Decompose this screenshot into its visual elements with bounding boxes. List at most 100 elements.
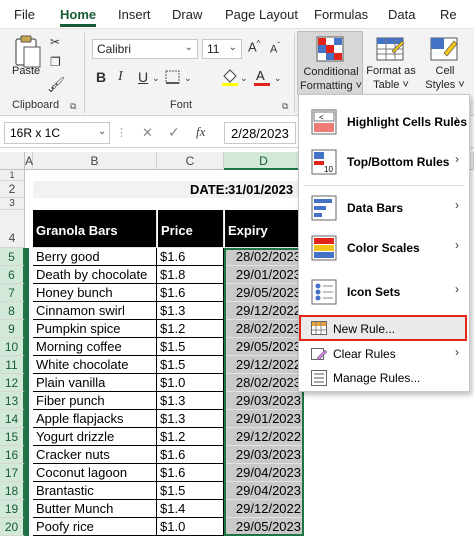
menu-item-icon-sets[interactable]: Icon Sets › — [299, 273, 469, 311]
cell-price[interactable]: $1.2 — [157, 320, 224, 338]
cell-price[interactable]: $1.5 — [157, 356, 224, 374]
row-header-1[interactable]: 1 — [0, 170, 25, 181]
cut-icon[interactable]: ✂ — [50, 35, 60, 49]
cell-expiry[interactable]: 29/04/2023 — [224, 482, 304, 500]
cell-expiry[interactable]: 29/03/2023 — [224, 392, 304, 410]
italic-icon[interactable]: I — [118, 69, 123, 85]
shrink-font-icon[interactable]: Aˇ — [270, 41, 280, 56]
cell-expiry[interactable]: 29/12/2022 — [224, 356, 304, 374]
cell-expiry[interactable]: 29/01/2023 — [224, 410, 304, 428]
font-size-combo[interactable]: 11 ⌄ — [202, 39, 242, 59]
paste-label[interactable]: Paste — [12, 65, 40, 78]
cell-expiry[interactable]: 29/05/2023 — [224, 518, 304, 536]
row-header-13[interactable]: 13 — [0, 392, 25, 410]
chevron-down-icon[interactable]: ⌄ — [184, 73, 192, 84]
cell-expiry[interactable]: 28/02/2023 — [224, 248, 304, 266]
row-header-3[interactable]: 3 — [0, 198, 25, 210]
cell-product-name[interactable]: White chocolate — [33, 356, 157, 374]
cell-product-name[interactable]: Butter Munch — [33, 500, 157, 518]
row-header-15[interactable]: 15 — [0, 428, 25, 446]
column-header-a[interactable]: A — [25, 152, 33, 170]
cell-price[interactable]: $1.3 — [157, 410, 224, 428]
cell-price[interactable]: $1.3 — [157, 392, 224, 410]
chevron-down-icon[interactable]: ⌄ — [274, 73, 282, 84]
tab-insert[interactable]: Insert — [118, 7, 151, 22]
cell-price[interactable]: $1.6 — [157, 284, 224, 302]
menu-item-color-scales[interactable]: Color Scales › — [299, 229, 469, 267]
cell-expiry[interactable]: 29/12/2022 — [224, 302, 304, 320]
menu-item-top-bottom-rules[interactable]: 10 Top/Bottom Rules › — [299, 143, 469, 181]
underline-icon[interactable]: U — [138, 69, 148, 85]
cancel-icon[interactable]: ✕ — [142, 125, 153, 141]
date-value[interactable]: 31/01/2023 — [228, 182, 293, 197]
cell-product-name[interactable]: Cinnamon swirl — [33, 302, 157, 320]
cell-price[interactable]: $1.0 — [157, 374, 224, 392]
cell-price[interactable]: $1.6 — [157, 464, 224, 482]
cell-expiry[interactable]: 29/05/2023 — [224, 284, 304, 302]
cell-expiry[interactable]: 29/04/2023 — [224, 464, 304, 482]
row-header-2[interactable]: 2 — [0, 181, 25, 198]
cell-expiry[interactable]: 29/12/2022 — [224, 500, 304, 518]
row-header-17[interactable]: 17 — [0, 464, 25, 482]
header-granola-bars[interactable]: Granola Bars — [33, 210, 157, 248]
row-header-20[interactable]: 20 — [0, 518, 25, 536]
cell-product-name[interactable]: Yogurt drizzle — [33, 428, 157, 446]
cell-price[interactable]: $1.5 — [157, 482, 224, 500]
row-header-6[interactable]: 6 — [0, 266, 25, 284]
row-header-10[interactable]: 10 — [0, 338, 25, 356]
copy-icon[interactable]: ❐ — [50, 55, 61, 69]
row-header-11[interactable]: 11 — [0, 356, 25, 374]
cell-expiry[interactable]: 29/01/2023 — [224, 266, 304, 284]
tab-data[interactable]: Data — [388, 7, 415, 22]
cell-price[interactable]: $1.6 — [157, 248, 224, 266]
cell-product-name[interactable]: Fiber punch — [33, 392, 157, 410]
cell-product-name[interactable]: Honey bunch — [33, 284, 157, 302]
column-header-d[interactable]: D — [224, 152, 304, 170]
cell-product-name[interactable]: Plain vanilla — [33, 374, 157, 392]
cell-product-name[interactable]: Death by chocolate — [33, 266, 157, 284]
cell-expiry[interactable]: 28/02/2023 — [224, 320, 304, 338]
cell-product-name[interactable]: Brantastic — [33, 482, 157, 500]
row-header-12[interactable]: 12 — [0, 374, 25, 392]
menu-item-new-rule[interactable]: New Rule... — [299, 315, 467, 341]
cell-product-name[interactable]: Morning coffee — [33, 338, 157, 356]
tab-review[interactable]: Re — [440, 7, 457, 22]
cell-price[interactable]: $1.8 — [157, 266, 224, 284]
font-launcher-icon[interactable]: ⧉ — [282, 101, 288, 112]
row-header-18[interactable]: 18 — [0, 482, 25, 500]
menu-item-clear-rules[interactable]: Clear Rules › — [299, 343, 469, 365]
cell-product-name[interactable]: Poofy rice — [33, 518, 157, 536]
conditional-formatting-button[interactable]: Conditional Formatting ˅ — [297, 31, 363, 95]
tab-file[interactable]: File — [14, 7, 35, 22]
cell-price[interactable]: $1.5 — [157, 338, 224, 356]
row-header-7[interactable]: 7 — [0, 284, 25, 302]
cell-expiry[interactable]: 29/12/2022 — [224, 428, 304, 446]
formula-input[interactable]: 2/28/2023 — [224, 122, 296, 144]
row-header-4[interactable]: 4 — [0, 210, 25, 248]
cell-product-name[interactable]: Berry good — [33, 248, 157, 266]
font-color-icon[interactable]: A — [252, 67, 272, 87]
cell-price[interactable]: $1.3 — [157, 302, 224, 320]
menu-item-highlight-cells-rules[interactable]: < Highlight Cells Rules › — [299, 103, 469, 141]
row-header-8[interactable]: 8 — [0, 302, 25, 320]
row-header-19[interactable]: 19 — [0, 500, 25, 518]
header-expiry[interactable]: Expiry — [224, 210, 304, 248]
cell-price[interactable]: $1.6 — [157, 446, 224, 464]
format-painter-icon[interactable]: 🖌 — [50, 76, 65, 90]
fill-color-icon[interactable] — [220, 67, 240, 87]
cell-expiry[interactable]: 29/05/2023 — [224, 338, 304, 356]
tab-formulas[interactable]: Formulas — [314, 7, 368, 22]
row-header-16[interactable]: 16 — [0, 446, 25, 464]
cell-product-name[interactable]: Apple flapjacks — [33, 410, 157, 428]
header-price[interactable]: Price — [157, 210, 224, 248]
tab-home[interactable]: Home — [60, 7, 96, 22]
select-all-corner[interactable] — [0, 152, 25, 170]
cell-product-name[interactable]: Pumpkin spice — [33, 320, 157, 338]
chevron-down-icon[interactable]: ⌄ — [240, 73, 248, 84]
menu-item-manage-rules[interactable]: Manage Rules... — [299, 367, 469, 389]
row-header-14[interactable]: 14 — [0, 410, 25, 428]
cell-price[interactable]: $1.0 — [157, 518, 224, 536]
row-header-9[interactable]: 9 — [0, 320, 25, 338]
tab-page-layout[interactable]: Page Layout — [225, 7, 298, 22]
paste-button[interactable] — [12, 35, 42, 69]
